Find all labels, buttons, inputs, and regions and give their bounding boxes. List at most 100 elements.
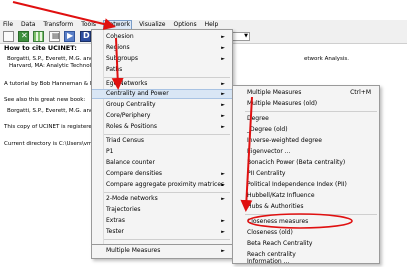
menu-item-label: Bonacich Power (Beta centrality) — [247, 159, 346, 166]
menu-item-label: Subgroups — [106, 55, 138, 62]
submenu-item-hubbell-katz[interactable]: Hubbell/Katz Influence — [233, 191, 379, 201]
menu-item-core-periphery[interactable]: Core/Periphery ► — [92, 111, 232, 121]
centrality-submenu: Multiple Measures Ctrl+M Multiple Measure… — [232, 85, 380, 265]
display-icon[interactable]: D — [80, 31, 91, 42]
menu-item-triad-census[interactable]: Triad Census — [92, 136, 232, 146]
menu-item-label: Paths — [106, 66, 123, 73]
spreadsheet-icon[interactable]: ✕ — [18, 31, 29, 42]
submenu-item-pii-centrality[interactable]: PII Centrality — [233, 169, 379, 179]
submenu-arrow-icon: ► — [221, 124, 225, 130]
menu-item-label: P1 — [106, 148, 114, 155]
menu-item-label: Extras — [106, 217, 125, 224]
submenu-arrow-icon: ► — [221, 45, 225, 51]
submenu-item-closeness-measures[interactable]: Closeness measures — [233, 217, 379, 227]
menu-item-trajectories[interactable]: Trajectories — [92, 205, 232, 215]
matrix-editor-icon[interactable] — [33, 31, 44, 42]
menu-options[interactable]: Options — [173, 21, 198, 29]
network-menu-footer: Multiple Measures ► — [91, 245, 233, 259]
menu-item-label: Hubbell/Katz Influence — [247, 192, 315, 199]
menu-item-label: Trajectories — [106, 206, 141, 213]
menu-item-compare-aggregate-proximity[interactable]: Compare aggregate proximity matrices ► — [92, 180, 232, 190]
chart-icon[interactable]: ▤ — [49, 31, 60, 42]
network-menu: Cohesion ► Regions ► Subgroups ► Paths Ego … — [91, 29, 233, 245]
submenu-arrow-icon: ► — [221, 113, 225, 119]
submenu-arrow-icon: ► — [221, 218, 225, 224]
menu-item-label: Centrality and Power — [106, 90, 169, 97]
menu-item-label: Closeness measures — [247, 218, 309, 225]
menu-item-regions[interactable]: Regions ► — [92, 43, 232, 53]
menu-visualize[interactable]: Visualize — [138, 21, 166, 29]
menu-item-label: Degree — [247, 115, 269, 122]
submenu-arrow-icon: ► — [221, 102, 225, 108]
submenu-item-bonacich-power[interactable]: Bonacich Power (Beta centrality) — [233, 158, 379, 168]
menu-item-label: Tester — [106, 228, 124, 235]
menu-item-label: Inverse-weighted degree — [247, 137, 322, 144]
menu-item-label: Group Centrality — [106, 101, 156, 108]
menu-item-label: Multiple Measures — [106, 247, 161, 254]
submenu-item-inverse-weighted-degree[interactable]: Inverse-weighted degree — [233, 136, 379, 146]
book-intro-line: See also this great new book: — [4, 97, 86, 103]
menu-item-label: Regions — [106, 44, 130, 51]
menu-item-cohesion[interactable]: Cohesion ► — [92, 32, 232, 42]
menu-item-2-mode-networks[interactable]: 2-Mode networks ► — [92, 194, 232, 204]
menu-item-paths[interactable]: Paths — [92, 65, 232, 75]
shortcut-label: Ctrl+M — [350, 89, 371, 96]
menu-item-p1[interactable]: P1 — [92, 147, 232, 157]
menu-help[interactable]: Help — [204, 21, 220, 29]
menu-item-label: Compare aggregate proximity matrices — [106, 181, 225, 188]
menu-separator — [104, 239, 230, 240]
submenu-arrow-icon: ► — [221, 34, 225, 40]
submenu-item-hubs-authorities[interactable]: Hubs & Authorities — [233, 202, 379, 212]
submenu-item-degree-old[interactable]: _Degree (old) — [233, 125, 379, 135]
menu-item-label: Eigenvector ... — [247, 148, 291, 155]
menu-transform[interactable]: Transform — [42, 21, 74, 29]
menu-item-label: PII Centrality — [247, 170, 286, 177]
menu-item-label: Multiple Measures — [247, 89, 302, 96]
submenu-item-beta-reach[interactable]: Beta Reach Centrality — [233, 239, 379, 249]
menu-item-centrality-and-power[interactable]: Centrality and Power ► — [92, 89, 232, 99]
menu-item-label: Balance counter — [106, 159, 155, 166]
menu-separator — [104, 192, 230, 193]
menu-item-compare-densities[interactable]: Compare densities ► — [92, 169, 232, 179]
menu-data[interactable]: Data — [20, 21, 36, 29]
menu-item-roles-positions[interactable]: Roles & Positions ► — [92, 122, 232, 132]
citation-line-1-tail: etwork Analysis. — [304, 56, 350, 62]
menu-item-extras[interactable]: Extras ► — [92, 216, 232, 226]
menu-item-label: Beta Reach Centrality — [247, 240, 313, 247]
menu-item-label: Closeness (old) — [247, 229, 293, 236]
menu-tools[interactable]: Tools — [80, 21, 97, 29]
submenu-arrow-icon: ► — [221, 196, 225, 202]
submenu-arrow-icon: ► — [221, 248, 225, 254]
menu-item-tester[interactable]: Tester ► — [92, 227, 232, 237]
submenu-arrow-icon: ► — [221, 171, 225, 177]
submenu-item-closeness-old[interactable]: Closeness (old) — [233, 228, 379, 238]
menu-item-subgroups[interactable]: Subgroups ► — [92, 54, 232, 64]
menu-item-group-centrality[interactable]: Group Centrality ► — [92, 100, 232, 110]
citation-line-1: Borgatti, S.P., Everett, M.G. and Fre — [7, 56, 104, 62]
submenu-item-multiple-measures-old[interactable]: Multiple Measures (old) — [233, 99, 379, 109]
menu-item-balance-counter[interactable]: Balance counter — [92, 158, 232, 168]
submenu-item-information[interactable]: Information ... — [233, 258, 379, 265]
menu-item-multiple-measures[interactable]: Multiple Measures ► — [92, 246, 232, 256]
toolbar-dropdown[interactable]: ▼ — [232, 32, 250, 41]
menu-separator — [245, 111, 377, 112]
cite-heading: How to cite UCINET: — [4, 44, 77, 52]
submenu-arrow-icon: ► — [221, 182, 225, 188]
menu-item-label: Cohesion — [106, 33, 134, 40]
menu-separator — [104, 134, 230, 135]
menu-item-label: Core/Periphery — [106, 112, 151, 119]
menu-item-label: Information ... — [247, 258, 290, 265]
menu-separator — [104, 77, 230, 78]
menu-item-ego-networks[interactable]: Ego Networks ► — [92, 79, 232, 89]
menu-item-label: Hubs & Authorities — [247, 203, 304, 210]
submenu-item-multiple-measures[interactable]: Multiple Measures Ctrl+M — [233, 88, 379, 98]
menu-file[interactable]: File — [2, 21, 14, 29]
submenu-item-eigenvector[interactable]: Eigenvector ... — [233, 147, 379, 157]
open-file-icon[interactable] — [3, 31, 14, 42]
submenu-item-political-independence[interactable]: Political Independence Index (PII) — [233, 180, 379, 190]
menu-item-label: 2-Mode networks — [106, 195, 158, 202]
menu-item-label: Multiple Measures (old) — [247, 100, 318, 107]
submenu-item-degree[interactable]: Degree — [233, 114, 379, 124]
netdraw-icon[interactable]: ▶ — [64, 31, 75, 42]
menu-item-label: Triad Census — [106, 137, 145, 144]
